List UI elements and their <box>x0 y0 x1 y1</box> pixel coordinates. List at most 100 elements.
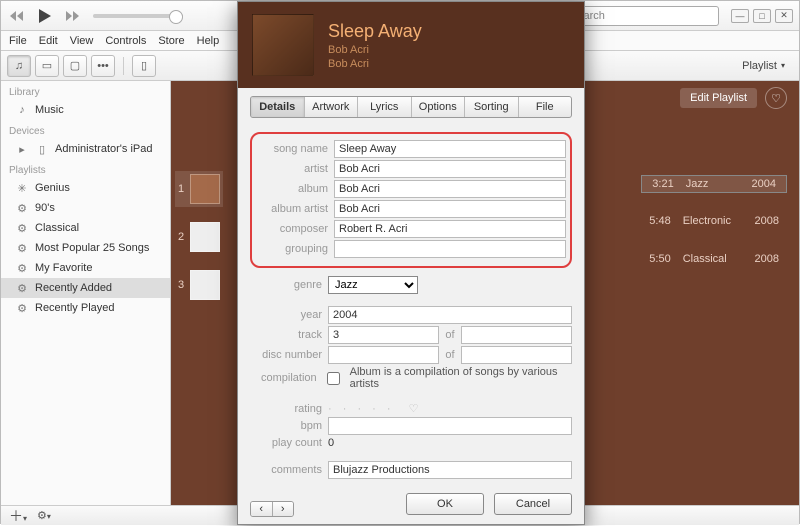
next-button[interactable]: › <box>273 502 294 516</box>
track-thumb-row[interactable]: 2 <box>175 219 223 255</box>
track-row[interactable]: 5:48 Electronic 2008 <box>641 211 787 231</box>
sidebar-item-music[interactable]: ♪ Music <box>1 100 170 120</box>
settings-button[interactable]: ⚙▾ <box>37 509 51 522</box>
track-row[interactable]: 5:50 Classical 2008 <box>641 249 787 269</box>
menu-controls[interactable]: Controls <box>105 35 146 47</box>
next-icon[interactable] <box>63 6 83 26</box>
input-song-name[interactable] <box>334 140 566 158</box>
input-comments[interactable] <box>328 461 572 479</box>
input-album[interactable] <box>334 180 566 198</box>
menu-file[interactable]: File <box>9 35 27 47</box>
sidebar-item-ipad[interactable]: ▸ ▯ Administrator's iPad <box>1 139 170 159</box>
genius-icon: ✳ <box>15 181 29 195</box>
input-artist[interactable] <box>334 160 566 178</box>
info-dialog: Sleep Away Bob Acri Bob Acri Details Art… <box>237 1 585 525</box>
close-button[interactable]: ✕ <box>775 9 793 23</box>
menu-edit[interactable]: Edit <box>39 35 58 47</box>
track-num: 1 <box>178 183 184 195</box>
menu-store[interactable]: Store <box>158 35 184 47</box>
checkbox-compilation[interactable] <box>327 372 340 385</box>
divider <box>123 57 124 75</box>
track-thumb-row[interactable]: 3 <box>175 267 223 303</box>
highlight-box: song name artist album album artist comp… <box>250 132 572 268</box>
sidebar-item-classical[interactable]: ⚙Classical <box>1 218 170 238</box>
input-track[interactable] <box>328 326 439 344</box>
device-icon: ▯ <box>141 59 147 72</box>
view-songs-button[interactable]: ♫ <box>7 55 31 77</box>
select-genre[interactable]: Jazz <box>328 276 418 294</box>
edit-playlist-button[interactable]: Edit Playlist <box>680 88 757 108</box>
track-num: 2 <box>178 231 184 243</box>
sidebar-item-label: 90's <box>35 202 55 214</box>
tv-icon: ▢ <box>70 59 80 72</box>
dialog-header: Sleep Away Bob Acri Bob Acri <box>238 2 584 88</box>
cancel-button[interactable]: Cancel <box>494 493 572 515</box>
menu-help[interactable]: Help <box>197 35 220 47</box>
input-disc-total[interactable] <box>461 346 572 364</box>
rating-control[interactable]: · · · · · ♡ <box>328 402 423 415</box>
album-thumb <box>190 270 220 300</box>
track-list: 3:21 Jazz 2004 5:48 Electronic 2008 5:50… <box>641 175 787 269</box>
playback-controls <box>7 6 83 26</box>
view-mode-label: Playlist <box>742 60 777 72</box>
input-disc[interactable] <box>328 346 439 364</box>
maximize-button[interactable]: □ <box>753 9 771 23</box>
sidebar-item-recently-played[interactable]: ⚙Recently Played <box>1 298 170 318</box>
label-artist: artist <box>256 163 328 175</box>
input-album-artist[interactable] <box>334 200 566 218</box>
sidebar-item-90s[interactable]: ⚙90's <box>1 198 170 218</box>
album-thumb <box>190 222 220 252</box>
tab-options[interactable]: Options <box>412 97 466 117</box>
volume-slider[interactable] <box>93 14 183 18</box>
sidebar-item-label: My Favorite <box>35 262 92 274</box>
disclosure-icon[interactable]: ▸ <box>15 142 29 156</box>
favorite-button[interactable]: ♡ <box>765 87 787 109</box>
value-play-count: 0 <box>328 437 334 449</box>
sidebar-head-playlists: Playlists <box>1 159 170 178</box>
input-composer[interactable] <box>334 220 566 238</box>
track-thumb-row[interactable]: 1 <box>175 171 223 207</box>
view-mode-dropdown[interactable]: Playlist ▾ <box>734 60 793 72</box>
sidebar-item-label: Recently Played <box>35 302 115 314</box>
view-more-button[interactable]: ••• <box>91 55 115 77</box>
tab-details[interactable]: Details <box>251 97 305 117</box>
device-button[interactable]: ▯ <box>132 55 156 77</box>
previous-icon[interactable] <box>7 6 27 26</box>
input-year[interactable] <box>328 306 572 324</box>
track-genre: Electronic <box>683 215 731 227</box>
minimize-button[interactable]: — <box>731 9 749 23</box>
sidebar-item-genius[interactable]: ✳ Genius <box>1 178 170 198</box>
sidebar-item-label: Music <box>35 104 64 116</box>
input-bpm[interactable] <box>328 417 572 435</box>
tab-lyrics[interactable]: Lyrics <box>358 97 412 117</box>
ok-button[interactable]: OK <box>406 493 484 515</box>
music-note-icon: ♪ <box>15 103 29 117</box>
label-composer: composer <box>256 223 328 235</box>
view-albums-button[interactable]: ▭ <box>35 55 59 77</box>
tab-file[interactable]: File <box>519 97 572 117</box>
label-of: of <box>445 349 454 361</box>
add-button[interactable]: ＋▾ <box>9 506 27 526</box>
track-duration: 5:50 <box>641 253 671 265</box>
tab-artwork[interactable]: Artwork <box>305 97 359 117</box>
input-track-total[interactable] <box>461 326 572 344</box>
sidebar-head-library: Library <box>1 81 170 100</box>
prev-button[interactable]: ‹ <box>251 502 273 516</box>
label-disc: disc number <box>250 349 322 361</box>
view-tv-button[interactable]: ▢ <box>63 55 87 77</box>
sidebar-item-recently-added[interactable]: ⚙Recently Added <box>1 278 170 298</box>
sidebar-item-label: Genius <box>35 182 70 194</box>
sidebar-item-my-favorite[interactable]: ⚙My Favorite <box>1 258 170 278</box>
menu-view[interactable]: View <box>70 35 94 47</box>
dialog-tabs: Details Artwork Lyrics Options Sorting F… <box>250 96 572 118</box>
label-rating: rating <box>250 403 322 415</box>
tab-sorting[interactable]: Sorting <box>465 97 519 117</box>
sidebar-item-label: Classical <box>35 222 79 234</box>
sidebar-item-most-popular[interactable]: ⚙Most Popular 25 Songs <box>1 238 170 258</box>
track-duration: 3:21 <box>644 178 674 190</box>
input-grouping[interactable] <box>334 240 566 258</box>
track-row[interactable]: 3:21 Jazz 2004 <box>641 175 787 193</box>
label-grouping: grouping <box>256 243 328 255</box>
play-icon[interactable] <box>35 6 55 26</box>
album-header-area: Edit Playlist ♡ 3:21 Jazz 2004 5:48 Elec… <box>629 81 799 505</box>
